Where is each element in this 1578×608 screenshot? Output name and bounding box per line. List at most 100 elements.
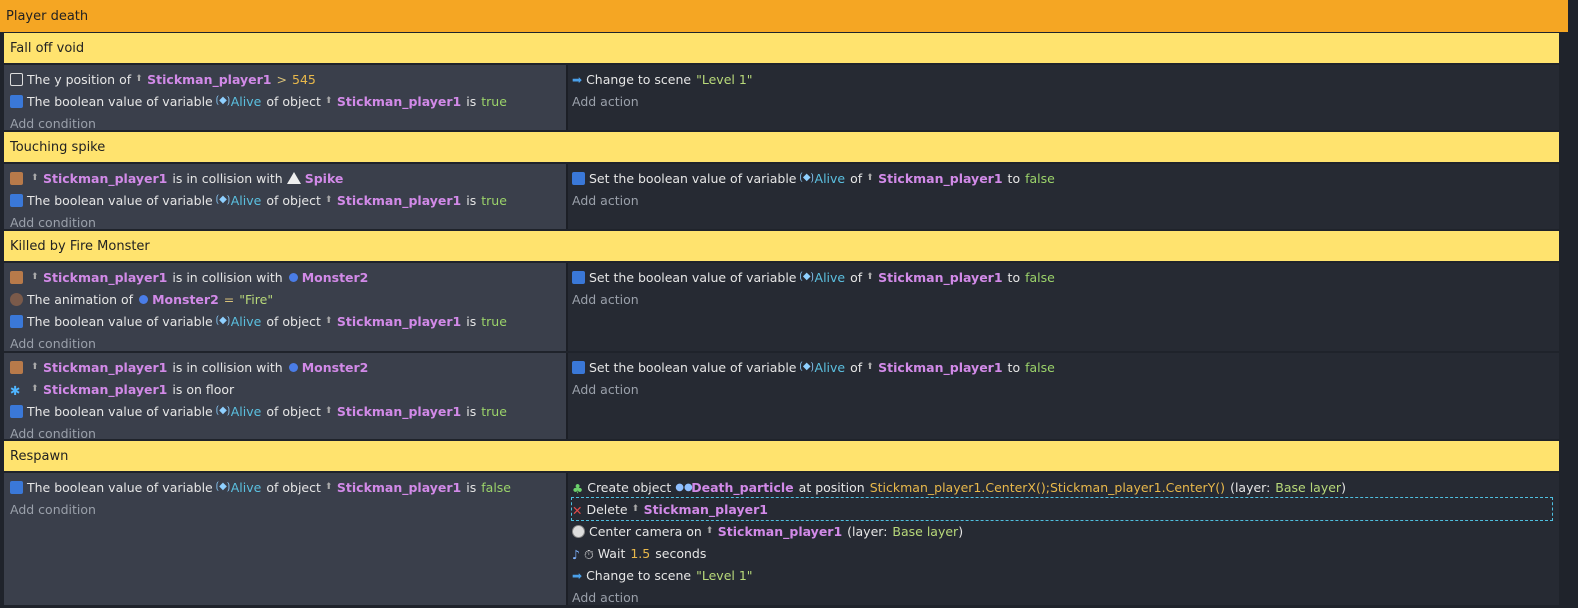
bool-value: true (481, 93, 507, 109)
conditions-panel[interactable]: ⬆ Stickman_player1 is in collision with … (4, 164, 566, 230)
conditions-panel[interactable]: ⬆ Stickman_player1 is in collision with … (4, 263, 566, 351)
add-condition-button[interactable]: Add condition (10, 211, 566, 233)
variable-icon (10, 193, 23, 207)
object-icon: ⬆ (324, 96, 333, 106)
string-value: "Level 1" (696, 567, 753, 583)
variable-small-icon: ⟮◆⟯ (215, 481, 231, 492)
event-row[interactable]: ⬆ Stickman_player1 is in collision with … (4, 263, 1559, 351)
condition-text: is (466, 479, 477, 495)
object-name: Stickman_player1 (878, 170, 1003, 186)
action-text: Change to scene (586, 71, 692, 87)
scene-icon: ➡ (572, 72, 583, 87)
actions-panel[interactable]: ♣ Create object ●● Death_particle at pos… (566, 473, 1559, 605)
collision-icon (10, 270, 23, 284)
bool-value: true (481, 192, 507, 208)
condition-text: is (466, 192, 477, 208)
condition-y-position[interactable]: The y position of ⬆ Stickman_player1 > 5… (10, 68, 566, 90)
variable-small-icon: ⟮◆⟯ (215, 315, 231, 326)
conditions-panel[interactable]: The boolean value of variable ⟮◆⟯ Alive … (4, 473, 566, 605)
condition-animation[interactable]: The animation of Monster2 = "Fire" (10, 288, 566, 310)
action-change-scene[interactable]: ➡ Change to scene "Level 1" (572, 68, 1559, 90)
condition-text: is in collision with (172, 359, 283, 375)
action-center-camera[interactable]: Center camera on ⬆ Stickman_player1 (lay… (572, 520, 1559, 542)
conditions-panel[interactable]: The y position of ⬆ Stickman_player1 > 5… (4, 65, 566, 131)
action-change-scene[interactable]: ➡ Change to scene "Level 1" (572, 564, 1559, 586)
object-icon: ⬆ (705, 526, 714, 536)
event-row[interactable]: The boolean value of variable ⟮◆⟯ Alive … (4, 473, 1559, 605)
actions-panel[interactable]: ➡ Change to scene "Level 1" Add action (566, 65, 1559, 130)
action-text: of (850, 170, 863, 186)
condition-boolean-variable[interactable]: The boolean value of variable ⟮◆⟯ Alive … (10, 189, 566, 211)
group-header-fall-off-void[interactable]: Fall off void (4, 33, 1559, 63)
group-title: Touching spike (10, 139, 106, 155)
add-condition-button[interactable]: Add condition (10, 112, 566, 134)
monster-icon (288, 362, 298, 372)
event-row[interactable]: The y position of ⬆ Stickman_player1 > 5… (4, 65, 1559, 131)
object-icon: ⬆ (324, 316, 333, 326)
action-set-boolean[interactable]: Set the boolean value of variable ⟮◆⟯ Al… (572, 167, 1559, 189)
action-text: Create object (587, 479, 672, 495)
group-title: Player death (6, 8, 89, 24)
variable-small-icon: ⟮◆⟯ (215, 405, 231, 416)
action-delete-selected[interactable]: ✕ Delete ⬆ Stickman_player1 (571, 497, 1553, 521)
object-name: Monster2 (301, 359, 369, 375)
action-text: seconds (655, 545, 707, 561)
action-text: (layer: (847, 523, 888, 539)
condition-boolean-variable[interactable]: The boolean value of variable ⟮◆⟯ Alive … (10, 310, 566, 332)
variable-icon (10, 314, 23, 328)
variable-icon (10, 94, 23, 108)
actions-panel[interactable]: Set the boolean value of variable ⟮◆⟯ Al… (566, 263, 1559, 351)
condition-collision[interactable]: ⬆ Stickman_player1 is in collision with … (10, 167, 566, 189)
variable-name: Alive (230, 479, 262, 495)
camera-icon (572, 524, 585, 538)
variable-name: Alive (814, 269, 846, 285)
condition-collision[interactable]: ⬆ Stickman_player1 is in collision with … (10, 266, 566, 288)
object-name: Stickman_player1 (336, 192, 462, 208)
group-header-killed-by-fire-monster[interactable]: Killed by Fire Monster (4, 231, 1559, 261)
async-icon: ♪ (572, 546, 580, 562)
object-name: Stickman_player1 (878, 269, 1003, 285)
condition-text: of object (266, 93, 321, 109)
add-condition-button[interactable]: Add condition (10, 498, 566, 520)
actions-panel[interactable]: Set the boolean value of variable ⟮◆⟯ Al… (566, 164, 1559, 229)
group-header-respawn[interactable]: Respawn (4, 441, 1559, 471)
condition-text: The y position of (27, 71, 132, 87)
group-title: Killed by Fire Monster (10, 238, 150, 254)
condition-on-floor[interactable]: ✱ ⬆ Stickman_player1 is on floor (10, 378, 566, 400)
object-name: Stickman_player1 (147, 71, 272, 87)
action-set-boolean[interactable]: Set the boolean value of variable ⟮◆⟯ Al… (572, 266, 1559, 288)
action-wait[interactable]: ♪ ⏱ Wait 1.5 seconds (572, 542, 1559, 564)
object-name: Stickman_player1 (43, 170, 168, 186)
add-action-button[interactable]: Add action (572, 90, 1559, 112)
action-set-boolean[interactable]: Set the boolean value of variable ⟮◆⟯ Al… (572, 356, 1559, 378)
event-row[interactable]: ⬆ Stickman_player1 is in collision with … (4, 353, 1559, 441)
object-name: Monster2 (301, 269, 369, 285)
add-action-button[interactable]: Add action (572, 189, 1559, 211)
add-action-button[interactable]: Add action (572, 288, 1559, 310)
condition-boolean-variable[interactable]: The boolean value of variable ⟮◆⟯ Alive … (10, 400, 566, 422)
string-value: "Fire" (239, 291, 274, 307)
condition-boolean-variable[interactable]: The boolean value of variable ⟮◆⟯ Alive … (10, 90, 566, 112)
action-text: Wait (597, 545, 626, 561)
bool-value: false (1025, 269, 1055, 285)
particle-icon: ●● (675, 482, 693, 493)
event-row[interactable]: ⬆ Stickman_player1 is in collision with … (4, 164, 1559, 230)
events-sheet: Player death Fall off void The y positio… (0, 0, 1578, 608)
conditions-panel[interactable]: ⬆ Stickman_player1 is in collision with … (4, 353, 566, 441)
action-text: Set the boolean value of variable (589, 359, 797, 375)
group-header-touching-spike[interactable]: Touching spike (4, 132, 1559, 162)
add-action-button[interactable]: Add action (572, 378, 1559, 400)
bool-value: true (481, 403, 507, 419)
action-create-object[interactable]: ♣ Create object ●● Death_particle at pos… (572, 476, 1559, 498)
group-header-player-death[interactable]: Player death (0, 0, 1568, 32)
actions-panel[interactable]: Set the boolean value of variable ⟮◆⟯ Al… (566, 353, 1559, 439)
variable-small-icon: ⟮◆⟯ (215, 194, 231, 205)
add-action-button[interactable]: Add action (572, 586, 1559, 608)
add-condition-button[interactable]: Add condition (10, 332, 566, 354)
object-name: Spike (304, 170, 344, 186)
variable-name: Alive (814, 170, 846, 186)
variable-name: Alive (230, 313, 262, 329)
condition-boolean-variable[interactable]: The boolean value of variable ⟮◆⟯ Alive … (10, 476, 566, 498)
condition-collision[interactable]: ⬆ Stickman_player1 is in collision with … (10, 356, 566, 378)
variable-icon (10, 480, 23, 494)
